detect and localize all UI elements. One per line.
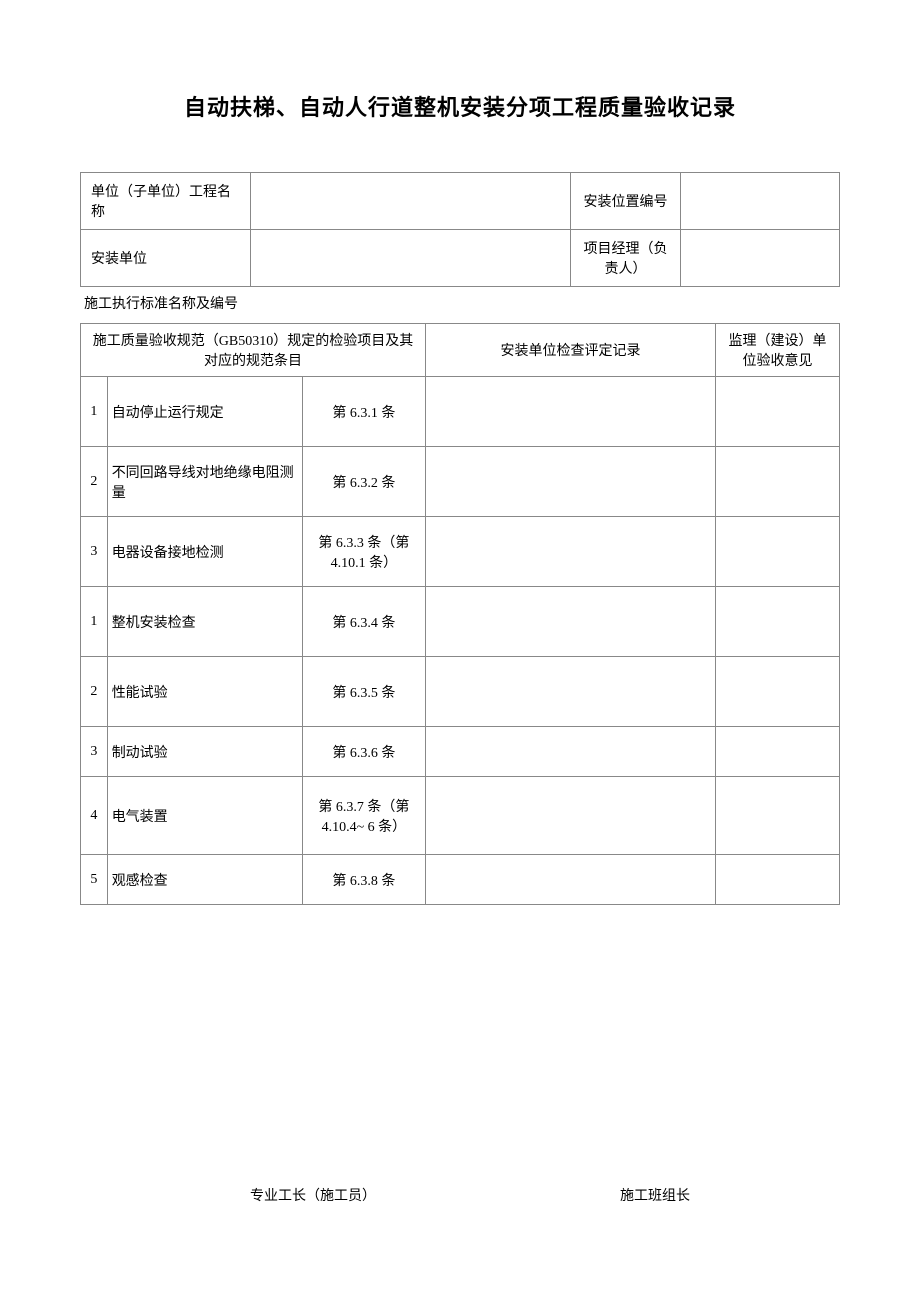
col-header-opinion: 监理（建设）单位验收意见 [716, 324, 840, 377]
table-row-item: 整机安装检查 [107, 587, 302, 657]
table-row-num: 2 [81, 657, 108, 727]
table-row-record [426, 587, 716, 657]
table-row-clause: 第 6.3.3 条（第 4.10.1 条） [302, 517, 425, 587]
table-row-clause: 第 6.3.8 条 [302, 855, 425, 905]
table-row-clause: 第 6.3.6 条 [302, 727, 425, 777]
table-row-num: 1 [81, 587, 108, 657]
table-row-opinion [716, 377, 840, 447]
header-install-position-label: 安装位置编号 [571, 173, 681, 230]
table-row-item: 观感检查 [107, 855, 302, 905]
table-row-record [426, 777, 716, 855]
footer-foreman-label: 专业工长（施工员） [250, 1185, 376, 1205]
table-row-opinion [716, 657, 840, 727]
col-header-record: 安装单位检查评定记录 [426, 324, 716, 377]
table-row-record [426, 727, 716, 777]
header-pm-value [681, 230, 840, 287]
table-row-clause: 第 6.3.4 条 [302, 587, 425, 657]
table-row-num: 2 [81, 447, 108, 517]
inspection-table: 施工质量验收规范（GB50310）规定的检验项目及其对应的规范条目 安装单位检查… [80, 323, 840, 905]
table-row-opinion [716, 447, 840, 517]
table-row-clause: 第 6.3.7 条（第 4.10.4~ 6 条） [302, 777, 425, 855]
table-row-num: 3 [81, 727, 108, 777]
table-row-record [426, 447, 716, 517]
table-row-opinion [716, 727, 840, 777]
header-unit-project-value [251, 173, 571, 230]
table-row-opinion [716, 517, 840, 587]
table-row-opinion [716, 777, 840, 855]
table-row-item: 性能试验 [107, 657, 302, 727]
header-pm-label: 项目经理（负责人） [571, 230, 681, 287]
table-row-item: 电气装置 [107, 777, 302, 855]
table-row-record [426, 855, 716, 905]
table-row-item: 自动停止运行规定 [107, 377, 302, 447]
header-install-unit-label: 安装单位 [81, 230, 251, 287]
table-row-record [426, 657, 716, 727]
document-title: 自动扶梯、自动人行道整机安装分项工程质量验收记录 [80, 90, 840, 122]
footer-signatures: 专业工长（施工员） 施工班组长 [80, 1185, 840, 1205]
header-table: 单位（子单位）工程名称 安装位置编号 安装单位 项目经理（负责人） [80, 172, 840, 287]
table-row-item: 电器设备接地检测 [107, 517, 302, 587]
footer-teamleader-label: 施工班组长 [620, 1185, 690, 1205]
table-row-opinion [716, 855, 840, 905]
table-row-num: 3 [81, 517, 108, 587]
table-row-clause: 第 6.3.2 条 [302, 447, 425, 517]
col-header-spec: 施工质量验收规范（GB50310）规定的检验项目及其对应的规范条目 [81, 324, 426, 377]
table-row-record [426, 517, 716, 587]
table-row-opinion [716, 587, 840, 657]
header-unit-project-label: 单位（子单位）工程名称 [81, 173, 251, 230]
header-install-unit-value [251, 230, 571, 287]
table-row-record [426, 377, 716, 447]
table-row-num: 5 [81, 855, 108, 905]
table-row-clause: 第 6.3.1 条 [302, 377, 425, 447]
table-row-num: 4 [81, 777, 108, 855]
standard-execution-line: 施工执行标准名称及编号 [80, 287, 840, 323]
table-row-num: 1 [81, 377, 108, 447]
header-install-position-value [681, 173, 840, 230]
table-row-item: 不同回路导线对地绝缘电阻测量 [107, 447, 302, 517]
table-row-clause: 第 6.3.5 条 [302, 657, 425, 727]
table-row-item: 制动试验 [107, 727, 302, 777]
